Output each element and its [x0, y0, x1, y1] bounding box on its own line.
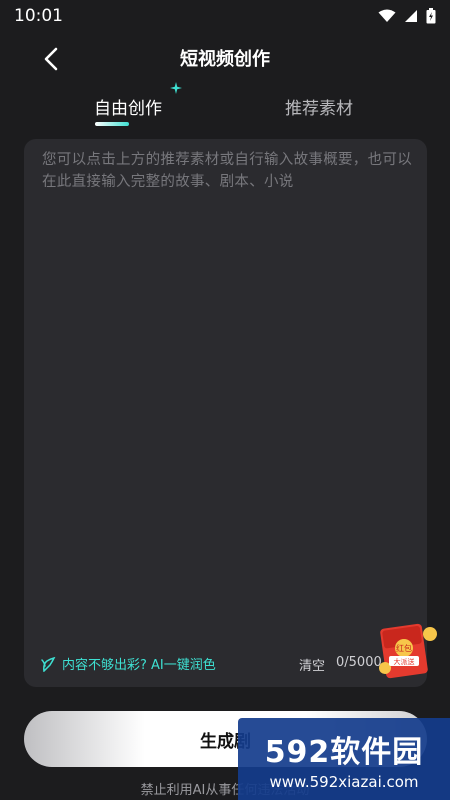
chevron-left-icon — [44, 47, 58, 71]
wifi-icon — [378, 9, 396, 22]
status-bar: 10:01 — [0, 0, 450, 32]
watermark-brand: 592软件园 — [264, 735, 424, 770]
tab-indicator — [95, 122, 129, 126]
tab-free-creation[interactable]: 自由创作 — [94, 82, 182, 126]
svg-text:大派送: 大派送 — [394, 657, 415, 666]
tab-bar: 自由创作 推荐素材 — [0, 82, 450, 132]
clear-button[interactable]: 清空 — [299, 655, 325, 674]
red-packet-promo[interactable]: 大派送 红包 — [375, 620, 439, 684]
signal-icon — [405, 10, 417, 22]
tab-recommended-material[interactable]: 推荐素材 — [285, 86, 353, 126]
story-input-area[interactable]: 您可以点击上方的推荐素材或自行输入故事概要，也可以在此直接输入完整的故事、剧本、… — [24, 139, 427, 687]
page-title: 短视频创作 — [180, 49, 270, 70]
svg-text:红包: 红包 — [396, 643, 412, 653]
red-packet-icon: 大派送 红包 — [379, 623, 437, 679]
ai-polish-label: 内容不够出彩? AI一键润色 — [62, 658, 216, 673]
leaf-icon — [41, 656, 56, 672]
tab-label: 推荐素材 — [285, 98, 353, 119]
sparkle-icon — [170, 82, 182, 94]
ai-polish-button[interactable]: 内容不够出彩? AI一键润色 — [40, 654, 216, 673]
back-button[interactable] — [36, 44, 66, 74]
nav-bar: 短视频创作 — [0, 36, 450, 80]
tab-label: 自由创作 — [94, 98, 162, 119]
status-time: 10:01 — [14, 6, 63, 26]
site-watermark: 592软件园 www.592xiazai.com — [238, 718, 450, 800]
status-icons — [378, 8, 436, 24]
story-input-placeholder: 您可以点击上方的推荐素材或自行输入故事概要，也可以在此直接输入完整的故事、剧本、… — [42, 152, 412, 190]
watermark-url: www.592xiazai.com — [269, 773, 419, 791]
battery-icon — [426, 8, 436, 24]
